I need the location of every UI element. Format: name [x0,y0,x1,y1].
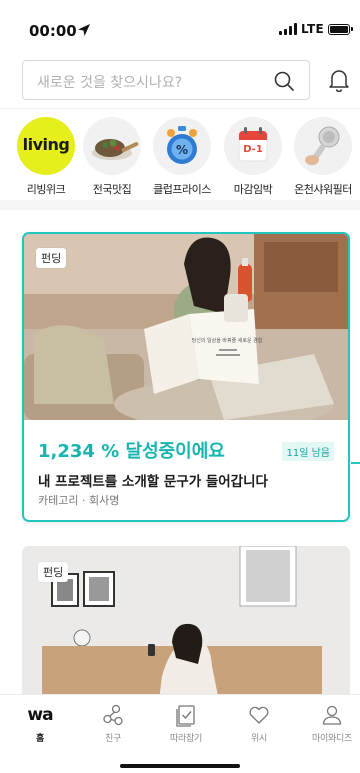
home-indicator[interactable] [120,764,240,768]
tab-wish[interactable]: 위시 [229,703,289,744]
food-icon [83,117,141,175]
search-placeholder: 새로운 것을 찾으시나요? [37,75,183,91]
bottom-tab-bar: wa 홈 친구 따라잡기 위시 마이와디즈 [0,694,360,773]
person-icon [322,705,342,725]
living-badge-text: living [22,135,70,154]
bell-icon[interactable] [326,67,352,93]
funding-tag: 펀딩 [38,562,69,582]
category-item-living[interactable]: living 리빙위크 [13,113,79,197]
project-title: 내 프로젝트를 소개할 문구가 들어갑니다 [38,474,268,490]
tab-label: 따라잡기 [170,734,202,744]
category-label: 온천샤워필터 [294,183,352,196]
section-gap [0,200,360,210]
tab-label: 친구 [105,734,121,744]
project-meta: 카테고리 · 회사명 [38,494,120,507]
signal-icon [279,23,298,35]
funding-tag: 펀딩 [36,248,67,268]
card-indicator [351,462,360,464]
category-label: 마감임박 [233,183,273,196]
search-input[interactable]: 새로운 것을 찾으시나요? [22,60,310,100]
booklet-text: 당신의 일상을 바꿔줄 새로운 경험 [192,337,263,344]
network-label: LTE [301,22,324,36]
search-icon[interactable] [273,70,295,92]
category-strip: living 리빙위크 전국맛집 % 클럽프라이스 D-1 마감임박 온천샤워필… [0,113,360,199]
category-item-closing-soon[interactable]: D-1 마감임박 [220,113,286,197]
category-label: 리빙위크 [26,183,66,196]
tab-catch-up[interactable]: 따라잡기 [156,703,216,744]
tab-friends[interactable]: 친구 [83,703,143,744]
status-indicators: LTE [279,22,353,36]
battery-icon [328,23,353,35]
wadiz-logo-icon: wa [27,705,53,725]
status-bar: 00:00 LTE [0,0,360,52]
tab-label: 마이와디즈 [312,734,352,744]
days-left-badge: 11일 남음 [282,442,334,461]
tab-label: 위시 [251,734,267,744]
funding-card[interactable]: 당신의 일상을 바꿔줄 새로운 경험 펀딩 1,234 % 달성중이에요 11일… [22,232,350,522]
svg-text:%: % [176,143,188,157]
product-photo: 당신의 일상을 바꿔줄 새로운 경험 펀딩 [24,234,348,420]
header-divider [0,108,360,109]
friends-icon [103,704,123,726]
tab-label: 홈 [36,734,44,744]
category-item-shower-filter[interactable]: 온천샤워필터 [290,113,356,197]
d1-badge-text: D-1 [243,144,263,155]
location-arrow-icon [78,24,90,36]
phone-screen: 00:00 LTE 새로운 것을 찾으시나요? living 리빙위크 전국맛집… [0,0,360,773]
heart-icon [249,706,269,724]
category-item-club-price[interactable]: % 클럽프라이스 [149,113,215,197]
shower-head-icon [294,117,352,175]
tab-home[interactable]: wa 홈 [10,703,70,744]
checklist-icon [176,705,195,727]
category-item-restaurants[interactable]: 전국맛집 [79,113,145,197]
tab-my-wadiz[interactable]: 마이와디즈 [302,703,360,744]
category-label: 클럽프라이스 [153,183,211,196]
living-badge: living [17,117,75,175]
achievement-rate: 1,234 % 달성중이에요 [38,441,225,462]
category-label: 전국맛집 [92,183,132,196]
calendar-icon: D-1 [224,117,282,175]
stopwatch-icon: % [153,117,211,175]
status-time: 00:00 [29,22,77,40]
